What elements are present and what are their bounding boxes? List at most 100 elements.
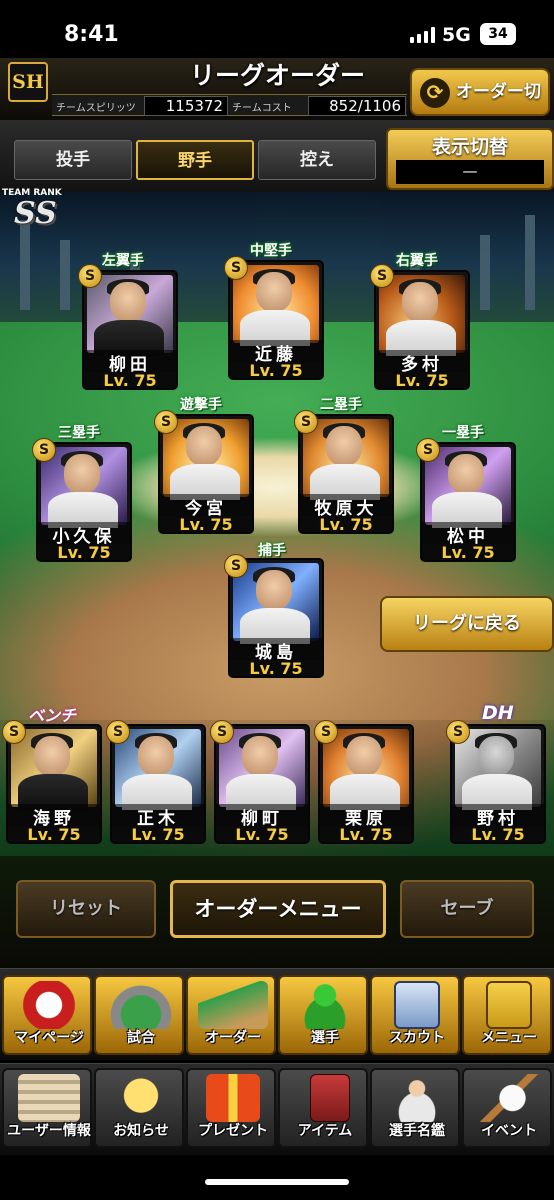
sub-menu-row: ユーザー情報 お知らせ プレゼント アイテム 選手名鑑 イベント [0, 1063, 554, 1155]
main-menu-row: マイページ 試合 オーダー 選手 スカウト メニュー [0, 968, 554, 1060]
dh-label: DH [482, 702, 514, 724]
player-level: Lv. 75 [38, 544, 130, 560]
team-cost-value: 852/1106 [308, 96, 406, 116]
player-level: Lv. 75 [230, 660, 322, 676]
menu-label: プレゼント [198, 1123, 268, 1139]
order-field-icon [198, 981, 268, 1029]
menu-label: お知らせ [113, 1123, 169, 1139]
rank-s-badge-icon: S [154, 410, 178, 434]
swap-icon: ⟳ [420, 78, 450, 108]
order-switch-button[interactable]: ⟳ オーダー切替 [410, 68, 550, 146]
position-label-1b: 一塁手 [442, 425, 484, 441]
player-name: 野村 [452, 804, 544, 829]
player-name: 小久保 [38, 522, 130, 547]
menu-scout[interactable]: スカウト [370, 975, 460, 1055]
display-toggle-label: 表示切替 [431, 136, 508, 158]
menu-present[interactable]: プレゼント [186, 1068, 276, 1148]
player-name: 今宮 [160, 494, 252, 519]
rank-s-badge-icon: S [446, 720, 470, 744]
user-info-icon [18, 1074, 80, 1122]
scout-card-icon [394, 981, 440, 1029]
rank-s-badge-icon: S [294, 410, 318, 434]
menu-label: アイテム [297, 1123, 353, 1139]
rank-s-badge-icon: S [210, 720, 234, 744]
player-level: Lv. 75 [8, 826, 100, 842]
menu-event[interactable]: イベント [462, 1068, 552, 1148]
rank-s-badge-icon: S [106, 720, 130, 744]
position-label-rf: 右翼手 [396, 253, 438, 269]
menu-order[interactable]: オーダー [186, 975, 276, 1055]
menu-menu[interactable]: メニュー [462, 975, 552, 1055]
present-icon [206, 1074, 260, 1122]
menu-label: スカウト [389, 1030, 445, 1046]
tab-fielders[interactable]: 野手 [136, 140, 254, 180]
player-name: 正木 [112, 804, 204, 829]
order-menu-button[interactable]: オーダーメニュー [170, 880, 386, 938]
rank-s-badge-icon: S [2, 720, 26, 744]
bench-label: ベンチ [28, 706, 77, 725]
menu-label: イベント [481, 1123, 537, 1139]
item-icon [310, 1074, 350, 1122]
position-label-c: 捕手 [258, 543, 286, 559]
team-spirit-value: 115372 [144, 96, 228, 116]
page-title: リーグオーダー [190, 61, 366, 90]
player-level: Lv. 75 [376, 372, 468, 388]
player-name: 柳町 [216, 804, 308, 829]
tab-pitchers[interactable]: 投手 [14, 140, 132, 180]
menu-item[interactable]: アイテム [278, 1068, 368, 1148]
position-label-lf: 左翼手 [102, 253, 144, 269]
player-name: 栗原 [320, 804, 412, 829]
player-level: Lv. 75 [160, 516, 252, 532]
home-indicator [0, 1155, 554, 1200]
menu-user-info[interactable]: ユーザー情報 [2, 1068, 92, 1148]
rank-s-badge-icon: S [224, 256, 248, 280]
player-level: Lv. 75 [422, 544, 514, 560]
menu-player[interactable]: 選手 [278, 975, 368, 1055]
menu-game[interactable]: 試合 [94, 975, 184, 1055]
stadium-icon [106, 981, 176, 1029]
player-level: Lv. 75 [84, 372, 176, 388]
team-rank-value: SS [14, 196, 57, 231]
player-name: 柳田 [84, 350, 176, 375]
player-card-lf[interactable]: 柳田 Lv. 75 [82, 270, 178, 390]
back-to-league-button[interactable]: リーグに戻る [380, 596, 554, 652]
menu-label: 試合 [127, 1030, 155, 1046]
display-toggle-button[interactable]: 表示切替 — [386, 128, 554, 190]
player-name: 近藤 [230, 340, 322, 365]
player-card-rf[interactable]: 多村 Lv. 75 [374, 270, 470, 390]
menu-mypage[interactable]: マイページ [2, 975, 92, 1055]
reset-button[interactable]: リセット [16, 880, 156, 938]
team-spirit-label: チームスピリッツ [56, 103, 136, 114]
tab-reserves[interactable]: 控え [258, 140, 376, 180]
player-level: Lv. 75 [300, 516, 392, 532]
rank-s-badge-icon: S [416, 438, 440, 462]
menu-notice[interactable]: お知らせ [94, 1068, 184, 1148]
rank-s-badge-icon: S [78, 264, 102, 288]
player-name: 牧原大 [300, 494, 392, 519]
menu-label: マイページ [14, 1030, 84, 1046]
player-icon [290, 981, 360, 1029]
position-label-ss: 遊撃手 [180, 397, 222, 413]
save-button[interactable]: セーブ [400, 880, 534, 938]
player-guide-icon [382, 1074, 452, 1122]
event-icon [474, 1074, 544, 1122]
menu-label: ユーザー情報 [7, 1123, 91, 1139]
menu-label: メニュー [481, 1030, 537, 1046]
menu-box-icon [486, 981, 532, 1029]
player-level: Lv. 75 [320, 826, 412, 842]
mypage-icon [14, 981, 84, 1029]
rank-s-badge-icon: S [224, 554, 248, 578]
team-logo[interactable]: SH [8, 62, 48, 102]
battery-icon: 34 [480, 23, 516, 45]
rank-s-badge-icon: S [370, 264, 394, 288]
position-label-2b: 二塁手 [320, 397, 362, 413]
player-level: Lv. 75 [216, 826, 308, 842]
player-name: 海野 [8, 804, 100, 829]
rank-s-badge-icon: S [314, 720, 338, 744]
status-bar: 8:41 5G 34 [0, 0, 554, 58]
signal-icon [410, 27, 436, 43]
menu-label: 選手名鑑 [389, 1123, 445, 1139]
menu-label: 選手 [311, 1030, 339, 1046]
player-level: Lv. 75 [230, 362, 322, 378]
menu-player-guide[interactable]: 選手名鑑 [370, 1068, 460, 1148]
